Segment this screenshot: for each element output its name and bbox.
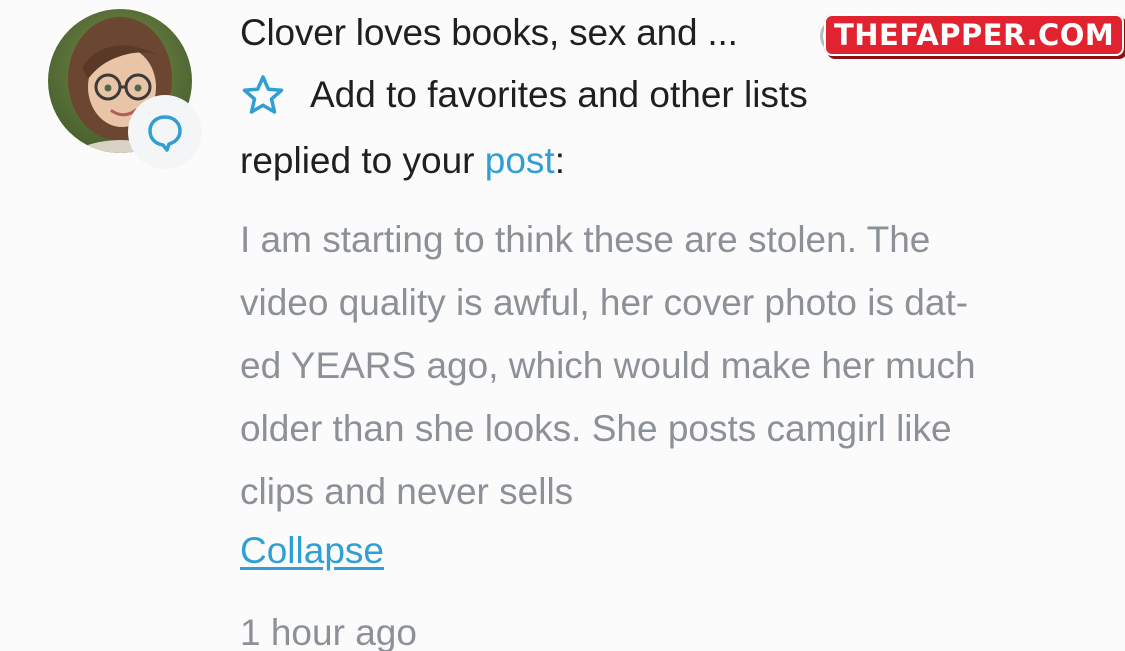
favorites-label: Add to favorites and other lists: [310, 74, 808, 115]
add-to-favorites-button[interactable]: Add to favorites and other lists: [240, 72, 808, 118]
comment-line: older than she looks. She posts camgirl …: [240, 408, 952, 449]
comment-line: I am starting to think these are stolen.…: [240, 219, 931, 260]
comment-badge: [128, 95, 202, 169]
reply-line: replied to your post:: [240, 140, 565, 182]
comment-body: I am starting to think these are stolen.…: [240, 208, 1100, 523]
comment-line: video quality is awful, her cover photo …: [240, 282, 969, 323]
comment-line: ed YEARS ago, which would make her much: [240, 345, 976, 386]
star-outline-icon: [242, 75, 284, 114]
collapse-link[interactable]: Collapse: [240, 530, 384, 572]
username[interactable]: Clover loves books, sex and ...: [240, 12, 738, 54]
avatar-container[interactable]: [48, 9, 202, 169]
comment-bubble-icon: [148, 115, 182, 152]
reply-suffix: :: [554, 140, 565, 181]
watermark: THEFAPPER.COM: [824, 14, 1125, 56]
timestamp: 1 hour ago: [240, 612, 417, 651]
comment-line: clips and never sells: [240, 471, 574, 512]
post-link[interactable]: post: [485, 140, 555, 181]
reply-prefix: replied to your: [240, 140, 485, 181]
